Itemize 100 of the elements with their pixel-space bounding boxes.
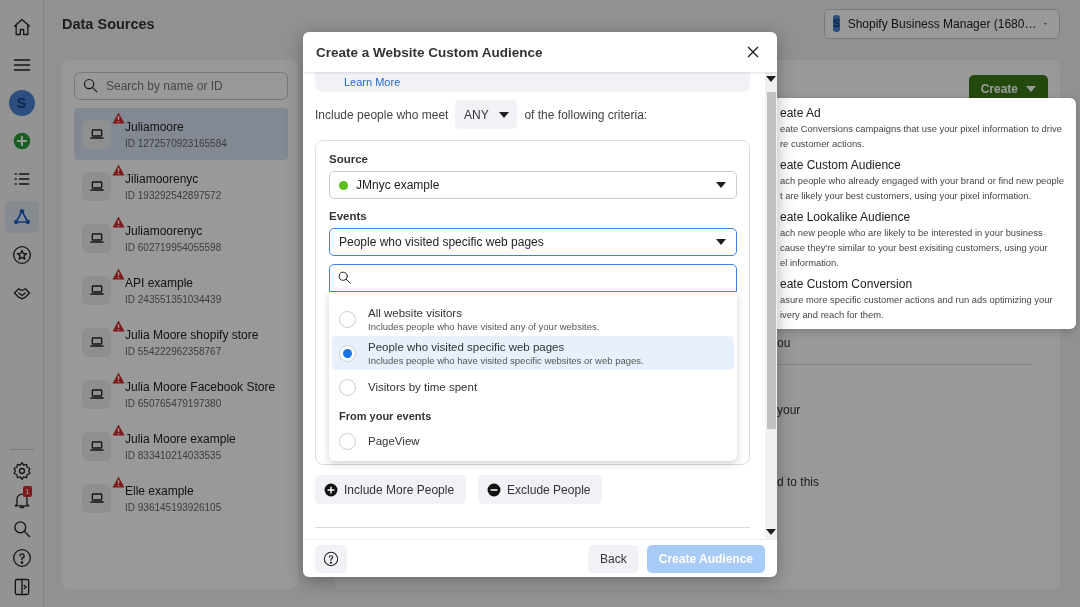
dialog-title: Create a Website Custom Audience (316, 44, 543, 60)
menu-item[interactable]: eate Custom Conversion asure more specific customer actions and run ads optimizing your ivery and reach for them. (780, 277, 1073, 321)
menu-item-description: re customer actions. (780, 138, 866, 150)
account-name: Shopify Business Manager (1680… (847, 16, 1037, 31)
bell-button[interactable]: 1 (4, 483, 39, 516)
notification-badge: 1 (23, 485, 32, 497)
scroll-up-icon (766, 76, 776, 82)
events-dropdown[interactable]: People who visited specific web pages (329, 228, 737, 256)
source-item[interactable]: Juliamoore ID 1272570923165584 (74, 108, 288, 160)
radio-button[interactable] (339, 310, 356, 328)
source-name: Jiliamoorenyc (125, 171, 200, 186)
source-name: Julia Moore example (125, 431, 236, 446)
option-item[interactable]: Visitors by time spent (332, 370, 734, 404)
help-icon (323, 550, 339, 567)
field-label: Events (329, 210, 368, 222)
minus-icon (487, 482, 502, 497)
nodes-icon (11, 207, 32, 227)
account-avatar: S (833, 15, 840, 32)
menu-item[interactable]: eate Ad eate Conversions campaigns that use your pixel information to drive re customer actions. (780, 106, 1073, 150)
search-icon (337, 270, 352, 285)
search-icon (11, 518, 32, 539)
account-selector[interactable]: S Shopify Business Manager (1680… (824, 8, 1060, 39)
menu-item-description: ach new people who are likely to be interested in your business (780, 227, 1044, 239)
menu-item-description: t are likely your best customers, using your pixel information. (780, 190, 1033, 202)
plus-icon (324, 482, 338, 497)
source-item[interactable]: Jiliamoorenyc ID 193292542897572 (74, 160, 288, 212)
list-heading: From your events (338, 409, 433, 424)
menu-item-description: ivery and reach for them. (780, 309, 885, 321)
menu-item-description: el information. (780, 257, 840, 269)
page-title: Data Sources (62, 15, 155, 32)
source-id: ID 936145193926105 (125, 501, 222, 513)
scrollbar[interactable] (765, 72, 777, 539)
option-item[interactable]: All website visitors Includes people who have visited any of your websites. (332, 302, 734, 336)
laptop-icon (88, 438, 105, 454)
source-name: Julia Moore Facebook Store (125, 379, 276, 394)
caret-icon (716, 239, 726, 245)
menu-item-description: ach people who already engaged with your brand or find new people (780, 175, 1066, 187)
laptop-icon (88, 490, 105, 506)
dropdown-value: People who visited specific web pages (339, 235, 545, 249)
source-id: ID 1272570923165584 (125, 137, 227, 149)
option-item[interactable]: PageView (332, 424, 734, 458)
option-label: All website visitors (368, 306, 463, 319)
menu-item-title: eate Ad (780, 106, 822, 120)
panel-text: your (777, 403, 802, 417)
option-item[interactable]: People who visited specific web pages Includes people who have visited specific websites or web pages. (332, 336, 734, 370)
laptop-icon (88, 230, 105, 246)
option-description: Includes people who have visited specific websites or web pages. (368, 354, 644, 366)
menu-item-description: eate Conversions campaigns that use your pixel information to drive (780, 123, 1063, 135)
menu-item-title: eate Lookalike Audience (780, 210, 912, 224)
radio-button[interactable] (339, 378, 356, 396)
source-id: ID 650765479197380 (125, 397, 223, 409)
add-icon (11, 131, 32, 151)
source-item[interactable]: Juliamoorenyc ID 602719954055598 (74, 212, 288, 264)
laptop-icon (88, 178, 105, 194)
nodes-button[interactable] (4, 201, 39, 233)
source-id: ID 602719954055598 (125, 241, 222, 253)
source-item[interactable]: Elle example ID 936145193926105 (74, 472, 288, 524)
panel-text: ou (777, 336, 792, 350)
back-button[interactable]: Back (588, 544, 639, 573)
include-button[interactable]: Include More People (315, 475, 467, 504)
menu-item[interactable]: eate Custom Audience ach people who already engaged with your brand or find new people t are likely your best customers, using your pixel information. (780, 158, 1073, 202)
radio-button[interactable] (339, 344, 356, 362)
caret-icon (1026, 86, 1036, 92)
learn-more-link[interactable]: Learn More (344, 76, 401, 88)
menu-item-title: eate Custom Conversion (780, 277, 914, 291)
source-item[interactable]: Julia Moore example ID 833410214033535 (74, 420, 288, 472)
source-item[interactable]: Julia Moore Facebook Store ID 650765479197380 (74, 368, 288, 420)
source-dropdown[interactable]: JMnyc example (329, 171, 737, 199)
laptop-icon (88, 282, 105, 298)
source-name: Juliamoorenyc (125, 223, 204, 238)
search-icon (82, 77, 99, 94)
panel-text: d to this (777, 475, 821, 489)
menu-item-description: cause they're similar to your best exisiting customers, using your (780, 242, 1049, 254)
source-name: API example (125, 275, 195, 290)
help-button[interactable] (315, 544, 347, 573)
settings-icon (11, 460, 32, 481)
menu-item[interactable]: eate Lookalike Audience ach new people who are likely to be interested in your business cause they're similar to your best exisiting customers, using your el information. (780, 210, 1073, 269)
scroll-down-icon (766, 529, 776, 535)
source-name: Juliamoore (125, 119, 185, 134)
source-id: ID 833410214033535 (125, 449, 223, 461)
caret-icon (498, 111, 509, 118)
source-item[interactable]: Julia Moore shopify store ID 554222962358767 (74, 316, 288, 368)
radio-button[interactable] (339, 432, 356, 450)
help-icon (11, 547, 32, 568)
criteria-label: of the following criteria: (524, 107, 648, 122)
caret-icon (716, 182, 726, 188)
search-field[interactable]: Search by name or ID (74, 72, 288, 100)
source-id: ID 193292542897572 (125, 189, 222, 201)
option-description: Includes people who have visited any of your websites. (368, 320, 600, 332)
source-name: Julia Moore shopify store (125, 327, 259, 342)
laptop-icon (88, 386, 105, 402)
source-item[interactable]: API example ID 243551351034439 (74, 264, 288, 316)
exclude-button[interactable]: Exclude People (478, 475, 603, 504)
menu-item-title: eate Custom Audience (780, 158, 902, 172)
source-id: ID 554222962358767 (125, 345, 223, 357)
option-label: People who visited specific web pages (368, 340, 566, 353)
field-label: Source (329, 153, 369, 165)
match-dropdown[interactable]: ANY (455, 100, 518, 129)
search-field[interactable] (329, 264, 737, 292)
criteria-label: Include people who meet (315, 107, 449, 122)
